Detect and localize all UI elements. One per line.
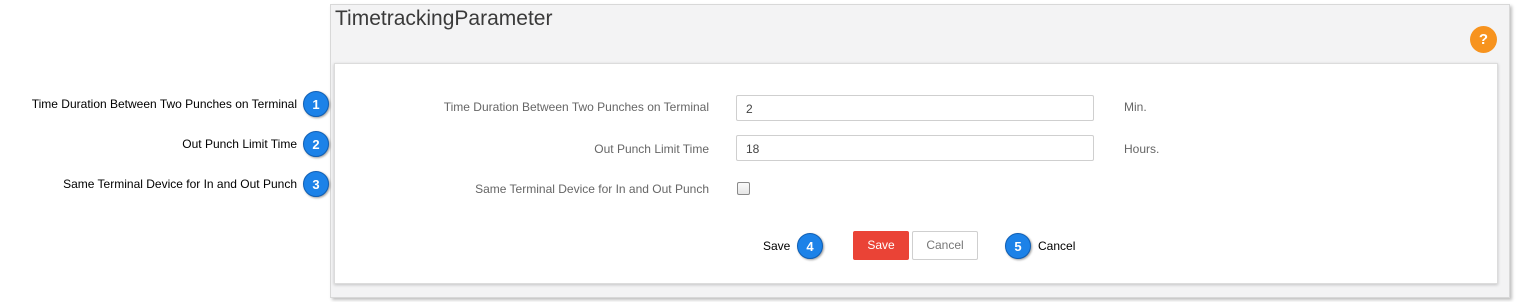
callout-label-4: Save (763, 239, 791, 253)
callout-label-2: Out Punch Limit Time (182, 137, 297, 151)
callout-badge-4: 4 (797, 233, 823, 259)
field-label-same-terminal: Same Terminal Device for In and Out Punc… (475, 182, 709, 196)
cancel-button[interactable]: Cancel (912, 231, 978, 260)
callout-label-1: Time Duration Between Two Punches on Ter… (31, 97, 297, 111)
page-title: TimetrackingParameter (335, 7, 553, 30)
callout-badge-2: 2 (303, 131, 329, 157)
callout-label-3: Same Terminal Device for In and Out Punc… (63, 177, 297, 191)
callout-badge-3: 3 (303, 171, 329, 197)
save-button[interactable]: Save (853, 231, 909, 260)
callout-label-5: Cancel (1038, 239, 1076, 253)
punch-duration-input[interactable]: 2 (736, 95, 1094, 121)
unit-hours: Hours. (1124, 142, 1160, 156)
field-label-out-punch-limit: Out Punch Limit Time (594, 142, 709, 156)
same-terminal-checkbox[interactable] (737, 182, 750, 195)
unit-minutes: Min. (1124, 100, 1147, 114)
help-button[interactable]: ? (1470, 26, 1497, 53)
out-punch-limit-input[interactable]: 18 (736, 135, 1094, 161)
callout-badge-5: 5 (1005, 233, 1031, 259)
field-label-punch-duration: Time Duration Between Two Punches on Ter… (443, 100, 709, 114)
callout-badge-1: 1 (303, 91, 329, 117)
